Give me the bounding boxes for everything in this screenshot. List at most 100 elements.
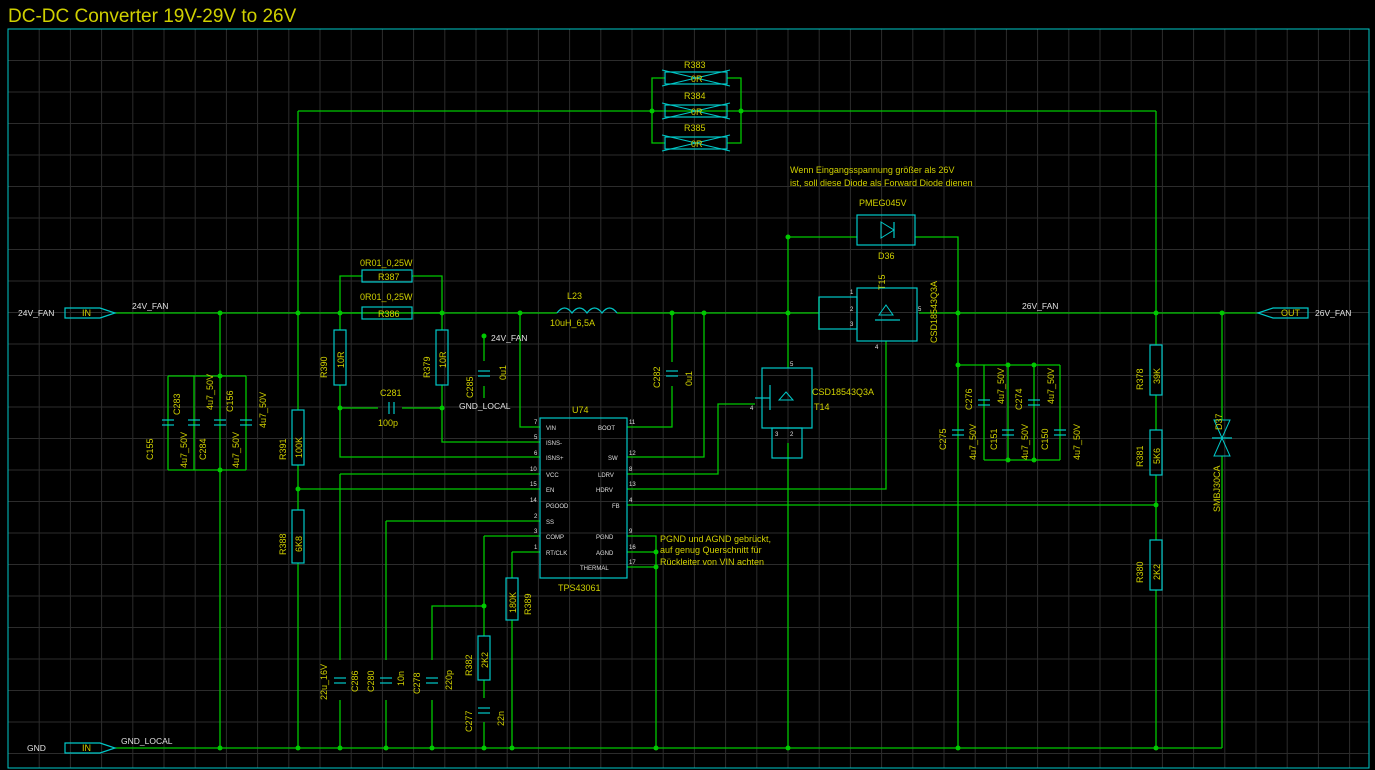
svg-text:SW: SW [608,456,618,462]
resistor-r383[interactable]: R383 0R [661,60,731,87]
net-label-24v-fan: 24V_FAN [132,301,168,311]
capacitor-c280[interactable]: C280 10n [366,670,406,692]
svg-text:100K: 100K [294,437,304,458]
svg-text:4u7_50V: 4u7_50V [1020,424,1030,460]
capacitor-c281[interactable]: C281 100p [378,388,402,428]
svg-text:GND: GND [27,743,46,753]
resistor-r385[interactable]: R385 0R [661,123,731,152]
svg-text:ISNS-: ISNS- [546,441,562,447]
svg-text:3: 3 [850,322,854,328]
svg-text:C277: C277 [464,710,474,732]
svg-text:C151: C151 [989,428,999,450]
resistor-r390[interactable]: R390 10R [319,329,347,386]
svg-text:ist, soll diese Diode als Forw: ist, soll diese Diode als Forward Diode … [790,178,973,188]
svg-text:THERMAL: THERMAL [580,566,609,572]
svg-text:12: 12 [629,451,636,457]
resistor-r379[interactable]: R379 10R [422,329,449,386]
svg-text:R387: R387 [378,272,400,282]
svg-text:11: 11 [629,420,636,426]
svg-text:2: 2 [534,514,538,520]
resistor-r378[interactable]: R378 39K [1135,344,1163,396]
svg-text:0R: 0R [691,74,703,84]
resistor-r387[interactable]: 0R01_0,25W R387 [360,258,413,283]
svg-text:C280: C280 [366,670,376,692]
capacitor-c150[interactable]: C150 4u7_50V [1040,424,1082,460]
resistor-r386[interactable]: 0R01_0,25W R386 [360,292,413,320]
capacitor-c286[interactable]: 22u_16V C286 [319,664,360,700]
diode-d36[interactable]: PMEG045V D36 [856,198,916,261]
svg-text:7: 7 [534,420,538,426]
svg-text:R388: R388 [278,533,288,555]
capacitor-c285[interactable]: C285 0u1 [465,365,508,398]
capacitor-c276[interactable]: C276 4u7_50V [964,368,1006,410]
svg-text:22u_16V: 22u_16V [319,664,329,700]
resistor-r384[interactable]: R384 0R [661,91,731,120]
svg-text:C278: C278 [412,672,422,694]
svg-text:4u7_50V: 4u7_50V [968,424,978,460]
resistor-r381[interactable]: R381 5K6 [1135,429,1163,476]
svg-text:C156: C156 [225,390,235,412]
svg-text:14: 14 [530,498,537,504]
svg-text:SMBJ30CA: SMBJ30CA [1212,465,1222,512]
mosfet-t14[interactable]: CSD18543Q3A T14 4 5 3 2 [750,362,874,459]
svg-text:2: 2 [790,432,794,438]
svg-text:0R: 0R [691,139,703,149]
inductor-l23[interactable]: L23 10uH_6,5A [550,291,618,328]
resistor-r388[interactable]: R388 6K8 [278,509,305,564]
svg-text:C282: C282 [652,366,662,388]
svg-text:HDRV: HDRV [596,488,613,494]
svg-text:C283: C283 [172,393,182,415]
svg-text:26V_FAN: 26V_FAN [1315,308,1351,318]
svg-text:AGND: AGND [596,551,614,557]
svg-text:OUT: OUT [1281,308,1301,318]
svg-text:10n: 10n [396,671,406,686]
schematic-svg[interactable]: DC-DC Converter 19V-29V to 26V IN 24V_FA… [0,0,1375,770]
svg-text:C274: C274 [1014,388,1024,410]
svg-text:10uH_6,5A: 10uH_6,5A [550,318,595,328]
capacitor-c282[interactable]: C282 0u1 [652,366,694,388]
svg-text:R381: R381 [1135,445,1145,467]
svg-text:220p: 220p [444,670,454,690]
svg-text:IN: IN [82,308,91,318]
capacitor-c274[interactable]: C274 4u7_50V [1014,368,1056,410]
svg-text:22n: 22n [496,711,506,726]
svg-text:10R: 10R [438,351,448,368]
svg-text:SS: SS [546,520,554,526]
schematic-canvas[interactable]: DC-DC Converter 19V-29V to 26V IN 24V_FA… [0,0,1375,770]
svg-text:100p: 100p [378,418,398,428]
svg-text:0R01_0,25W: 0R01_0,25W [360,258,413,268]
svg-text:Wenn Eingangsspannung größer a: Wenn Eingangsspannung größer als 26V [790,165,954,175]
svg-text:1: 1 [850,290,854,296]
svg-text:C284: C284 [198,438,208,460]
svg-text:EN: EN [546,488,554,494]
svg-text:U74: U74 [572,405,589,415]
svg-text:R380: R380 [1135,561,1145,583]
svg-text:IN: IN [82,743,91,753]
svg-text:C150: C150 [1040,428,1050,450]
svg-text:6K8: 6K8 [294,536,304,552]
svg-text:VCC: VCC [546,473,559,479]
svg-text:LDRV: LDRV [598,473,614,479]
svg-text:R389: R389 [523,593,533,615]
svg-text:6: 6 [534,451,538,457]
svg-text:C286: C286 [350,670,360,692]
resistor-r389[interactable]: 180K R389 [505,577,533,621]
capacitor-c151[interactable]: C151 4u7_50V [989,424,1030,460]
capacitor-c277[interactable]: C277 22n [464,707,506,732]
svg-text:4u7_50V: 4u7_50V [179,432,189,468]
svg-text:C276: C276 [964,388,974,410]
svg-text:D37: D37 [1214,413,1224,430]
svg-text:L23: L23 [567,291,582,301]
svg-text:4: 4 [875,345,879,351]
net-label-gnd-local: GND_LOCAL [121,736,173,746]
svg-text:0u1: 0u1 [498,365,508,380]
capacitor-c155[interactable]: C155 4u7_50V [145,419,189,468]
resistor-r382[interactable]: R382 2K2 [464,635,491,681]
resistor-r391[interactable]: R391 100K [278,409,305,466]
svg-text:RT/CLK: RT/CLK [546,551,567,557]
svg-text:D36: D36 [878,251,895,261]
svg-text:CSD18543Q3A: CSD18543Q3A [929,281,939,343]
svg-text:PGND: PGND [596,535,614,541]
svg-text:180K: 180K [508,592,518,613]
svg-text:4u7_50V: 4u7_50V [205,374,215,410]
